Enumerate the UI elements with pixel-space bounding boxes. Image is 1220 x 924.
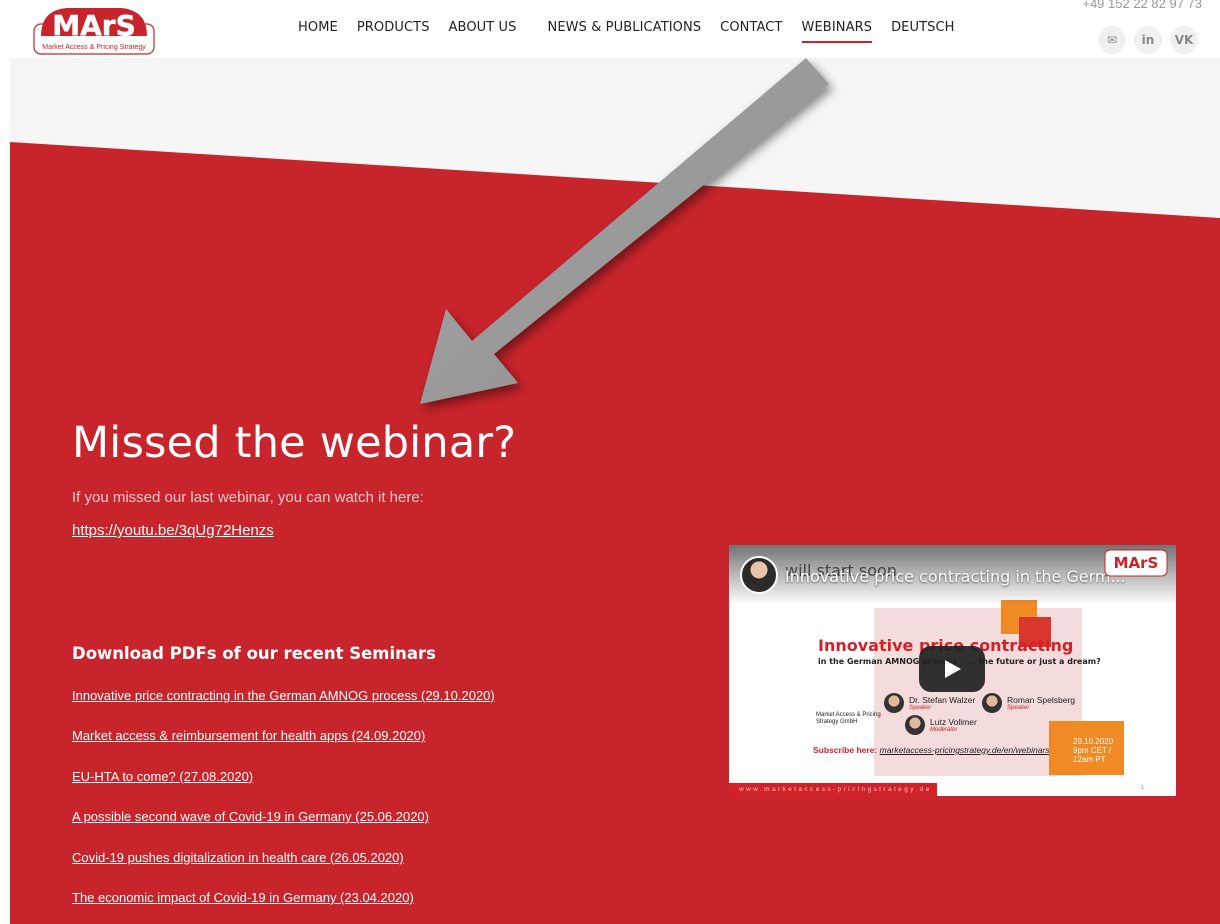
speaker-avatar xyxy=(884,693,904,713)
list-item: Covid-19 pushes digitalization in health… xyxy=(72,849,495,889)
main-nav: HOME PRODUCTS ABOUT US NEWS & PUBLICATIO… xyxy=(298,20,974,43)
logo-text: MArS xyxy=(52,9,136,42)
social-links: ✉ in VK xyxy=(1098,26,1198,54)
pdf-link[interactable]: Market access & reimbursement for health… xyxy=(72,728,425,743)
video-title[interactable]: Innovative price contracting in the Germ… xyxy=(785,567,1126,586)
mars-logo[interactable]: MArS Market Access & Pricing Strategy xyxy=(33,2,155,55)
slide-page-number: 1 xyxy=(1140,785,1144,791)
nav-news-publications[interactable]: NEWS & PUBLICATIONS xyxy=(548,20,702,35)
list-item: EU-HTA to come? (27.08.2020) xyxy=(72,768,495,808)
youtube-link[interactable]: https://youtu.be/3qUg72Henzs xyxy=(72,522,274,539)
vk-icon[interactable]: VK xyxy=(1170,26,1198,54)
page-title: Missed the webinar? xyxy=(72,418,517,468)
phone-number[interactable]: +49 152 22 82 97 73 xyxy=(1082,0,1202,11)
speaker-3: Lutz Vollmer Moderator xyxy=(930,717,977,733)
nav-about-us[interactable]: ABOUT US xyxy=(449,20,517,35)
pdf-link[interactable]: A possible second wave of Covid-19 in Ge… xyxy=(72,809,429,824)
subscribe-line: Subscribe here: marketaccess-pricingstra… xyxy=(813,745,1050,755)
speaker-2: Roman Spelsberg Speaker xyxy=(1007,695,1076,711)
play-button-icon[interactable] xyxy=(919,646,985,692)
nav-products[interactable]: PRODUCTS xyxy=(357,20,430,35)
pdf-link[interactable]: The economic impact of Covid-19 in Germa… xyxy=(72,890,414,905)
speaker-avatar xyxy=(982,693,1002,713)
pdf-link[interactable]: Covid-19 pushes digitalization in health… xyxy=(72,850,404,865)
list-item: Innovative price contracting in the Germ… xyxy=(72,687,495,727)
mars-logo-small: MArS xyxy=(1104,549,1168,577)
nav-home[interactable]: HOME xyxy=(298,20,338,35)
site-header: MArS Market Access & Pricing Strategy HO… xyxy=(0,0,1220,58)
pdf-link[interactable]: EU-HTA to come? (27.08.2020) xyxy=(72,769,253,784)
envelope-icon[interactable]: ✉ xyxy=(1098,26,1126,54)
list-item: The economic impact of Covid-19 in Germa… xyxy=(72,889,495,924)
svg-text:MArS: MArS xyxy=(1114,554,1159,572)
pdf-link[interactable]: Innovative price contracting in the Germ… xyxy=(72,688,495,703)
nav-contact[interactable]: CONTACT xyxy=(720,20,782,35)
linkedin-icon[interactable]: in xyxy=(1134,26,1162,54)
webinar-section: Missed the webinar? If you missed our la… xyxy=(10,58,1220,924)
pdf-list: Innovative price contracting in the Germ… xyxy=(72,687,495,924)
intro-text: If you missed our last webinar, you can … xyxy=(72,489,424,506)
pdf-section-heading: Download PDFs of our recent Seminars xyxy=(72,644,436,663)
company-name: Market Access & Pricing Strategy GmbH xyxy=(816,712,881,725)
speaker-avatar xyxy=(905,715,925,735)
youtube-video-embed[interactable]: Innovative price contracting in the Germ… xyxy=(729,545,1176,796)
slide-footer-url: www.marketaccess-pricingstrategy.de xyxy=(729,783,937,796)
list-item: Market access & reimbursement for health… xyxy=(72,727,495,767)
nav-deutsch[interactable]: DEUTSCH xyxy=(891,20,955,35)
channel-avatar[interactable] xyxy=(740,556,778,594)
nav-webinars[interactable]: WEBINARS xyxy=(801,20,873,43)
list-item: A possible second wave of Covid-19 in Ge… xyxy=(72,808,495,848)
logo-tagline: Market Access & Pricing Strategy xyxy=(42,44,146,51)
date-box: 29.10.2020 9pm CET / 12am PT xyxy=(1049,721,1124,775)
speaker-1: Dr. Stefan Walzer Speaker xyxy=(909,695,976,711)
